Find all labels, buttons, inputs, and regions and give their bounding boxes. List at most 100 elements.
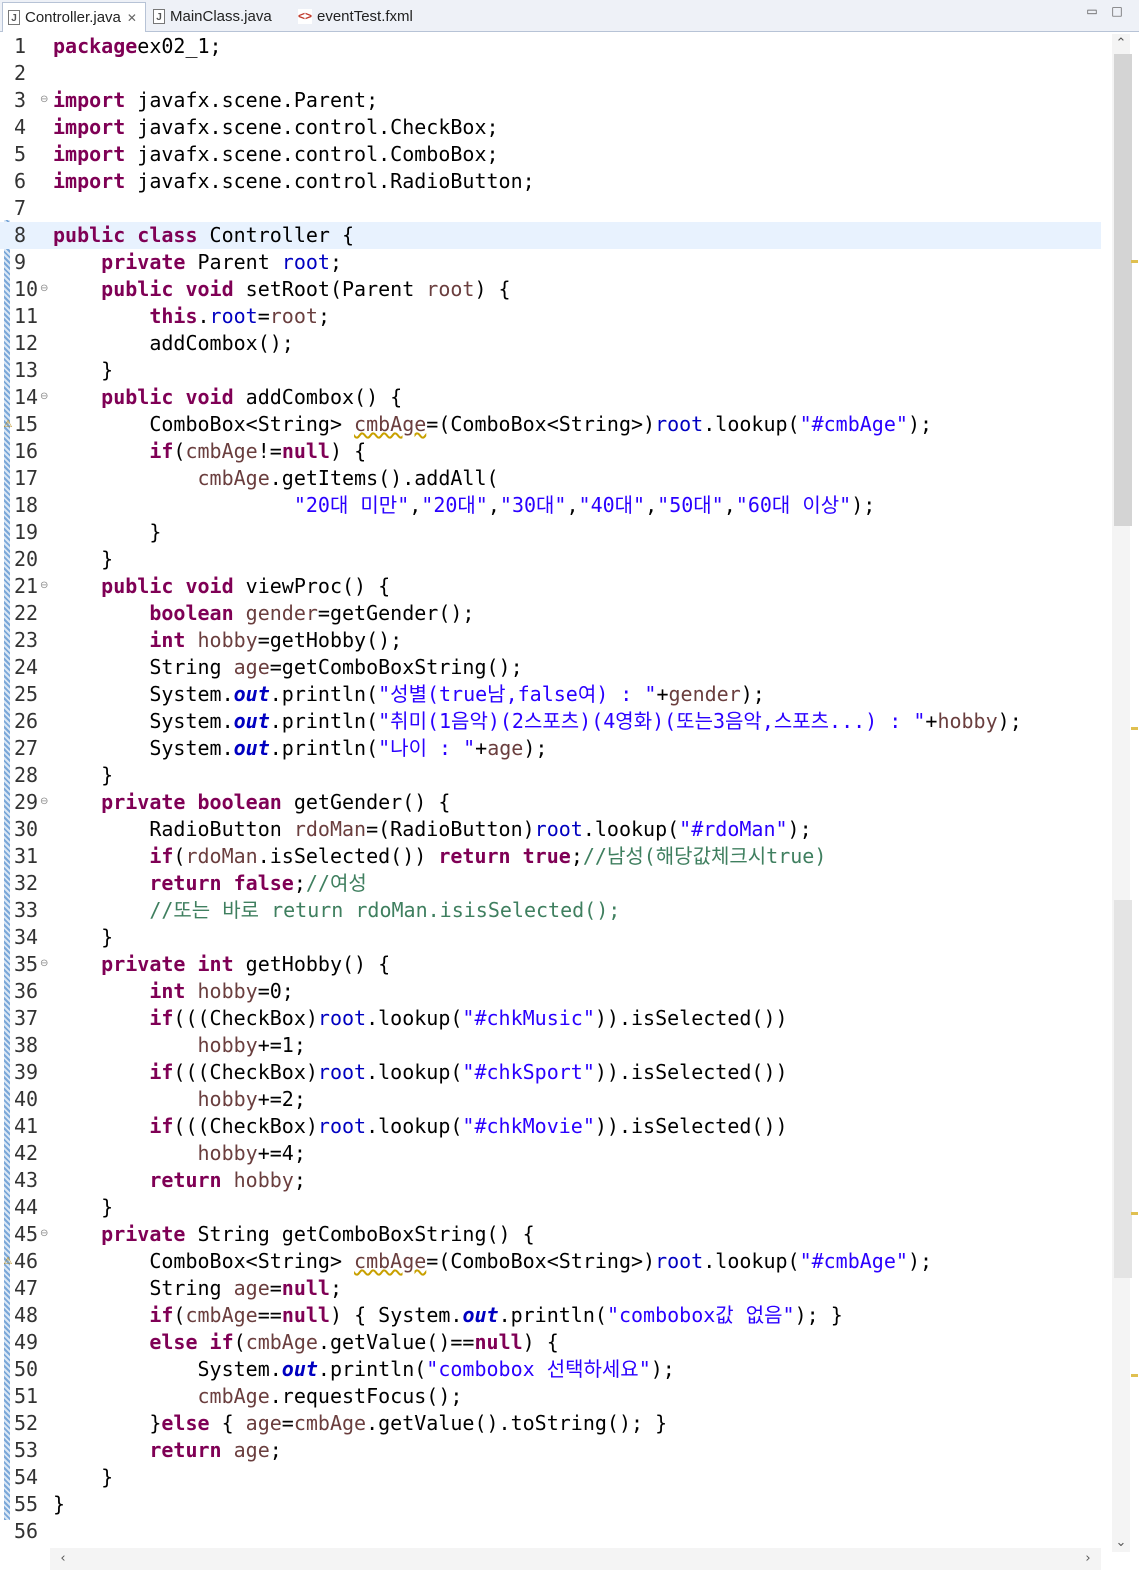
code-line[interactable]: 42 hobby+=4; bbox=[0, 1140, 1101, 1167]
scroll-right-icon[interactable]: › bbox=[1079, 1551, 1097, 1566]
code-line[interactable]: 31 if(rdoMan.isSelected()) return true;/… bbox=[0, 843, 1101, 870]
fold-toggle-icon[interactable]: ⊖ bbox=[40, 94, 48, 105]
line-number: 30 bbox=[14, 817, 39, 841]
code-line[interactable]: 35 ⊖ private int getHobby() { bbox=[0, 951, 1101, 978]
code-line[interactable]: 21 ⊖ public void viewProc() { bbox=[0, 573, 1101, 600]
code-line[interactable]: 48 if(cmbAge==null) { System.out.println… bbox=[0, 1302, 1101, 1329]
fold-toggle-icon[interactable]: ⊖ bbox=[40, 796, 48, 807]
code-line[interactable]: 32 return false;//여성 bbox=[0, 870, 1101, 897]
code-line[interactable]: 41 if(((CheckBox)root.lookup("#chkMovie"… bbox=[0, 1113, 1101, 1140]
code-line[interactable]: 2 bbox=[0, 60, 1101, 87]
code-line[interactable]: 6 import javafx.scene.control.RadioButton… bbox=[0, 168, 1101, 195]
code-line[interactable]: 30 RadioButton rdoMan=(RadioButton)root.… bbox=[0, 816, 1101, 843]
code-line[interactable]: 40 hobby+=2; bbox=[0, 1086, 1101, 1113]
scroll-left-icon[interactable]: ‹ bbox=[54, 1551, 72, 1566]
line-number: 51 bbox=[14, 1384, 39, 1408]
overview-warning-mark[interactable] bbox=[1131, 1212, 1138, 1215]
code-line[interactable]: 46 ⚠ ComboBox<String> cmbAge=(ComboBox<St… bbox=[0, 1248, 1101, 1275]
code-line[interactable]: 8 public class Controller { bbox=[0, 222, 1101, 249]
fold-toggle-icon[interactable]: ⊖ bbox=[40, 283, 48, 294]
code-line[interactable]: 50 System.out.println("combobox 선택하세요"); bbox=[0, 1356, 1101, 1383]
code-token: cmbAge bbox=[354, 412, 427, 436]
code-line[interactable]: 39 if(((CheckBox)root.lookup("#chkSport"… bbox=[0, 1059, 1101, 1086]
code-line[interactable]: 26 System.out.println("취미(1음악)(2스포츠)(4영화… bbox=[0, 708, 1101, 735]
maximize-icon[interactable]: □ bbox=[1110, 4, 1124, 18]
code-line[interactable]: 10 ⊖ public void setRoot(Parent root) { bbox=[0, 276, 1101, 303]
horizontal-scrollbar[interactable]: ‹ › bbox=[50, 1548, 1101, 1570]
code-line[interactable]: 17 cmbAge.getItems().addAll( bbox=[0, 465, 1101, 492]
code-line[interactable]: 25 System.out.println("성별(true남,false여) … bbox=[0, 681, 1101, 708]
fold-toggle-icon[interactable]: ⊖ bbox=[40, 958, 48, 969]
overview-warning-mark[interactable] bbox=[1131, 727, 1138, 730]
code-line[interactable]: 19 } bbox=[0, 519, 1101, 546]
code-line[interactable]: 9 private Parent root; bbox=[0, 249, 1101, 276]
overview-ruler[interactable] bbox=[1130, 34, 1139, 1544]
code-line[interactable]: 13 } bbox=[0, 357, 1101, 384]
code-line[interactable]: 49 else if(cmbAge.getValue()==null) { bbox=[0, 1329, 1101, 1356]
code-line[interactable]: 28 } bbox=[0, 762, 1101, 789]
code-line[interactable]: 47 String age=null; bbox=[0, 1275, 1101, 1302]
code-line[interactable]: 34 } bbox=[0, 924, 1101, 951]
code-line[interactable]: 38 hobby+=1; bbox=[0, 1032, 1101, 1059]
fold-toggle-icon[interactable]: ⊖ bbox=[40, 1228, 48, 1239]
code-token: "#rdoMan" bbox=[679, 817, 788, 841]
warning-marker-icon[interactable]: ⚠ bbox=[2, 1256, 14, 1268]
code-line[interactable]: 43 return hobby; bbox=[0, 1167, 1101, 1194]
code-line[interactable]: 24 String age=getComboBoxString(); bbox=[0, 654, 1101, 681]
tab-controller-java[interactable]: J Controller.java ✕ bbox=[2, 2, 146, 32]
tab-mainclass-java[interactable]: J MainClass.java bbox=[153, 2, 293, 31]
scroll-down-icon[interactable]: ⌄ bbox=[1112, 1535, 1130, 1550]
line-number: 1 bbox=[14, 34, 27, 58]
fold-toggle-icon[interactable]: ⊖ bbox=[40, 580, 48, 591]
code-line[interactable]: 27 System.out.println("나이 : "+age); bbox=[0, 735, 1101, 762]
code-line[interactable]: 36 int hobby=0; bbox=[0, 978, 1101, 1005]
line-number: 12 bbox=[14, 331, 39, 355]
code-line[interactable]: 51 cmbAge.requestFocus(); bbox=[0, 1383, 1101, 1410]
code-line[interactable]: 4 import javafx.scene.control.CheckBox; bbox=[0, 114, 1101, 141]
java-file-icon: J bbox=[153, 9, 165, 24]
code-line[interactable]: 29 ⊖ private boolean getGender() { bbox=[0, 789, 1101, 816]
code-line[interactable]: 16 if(cmbAge!=null) { bbox=[0, 438, 1101, 465]
code-line[interactable]: 44 } bbox=[0, 1194, 1101, 1221]
code-line[interactable]: 11 this.root=root; bbox=[0, 303, 1101, 330]
warning-marker-icon[interactable]: ⚠ bbox=[2, 419, 14, 431]
scroll-up-icon[interactable]: ⌃ bbox=[1112, 36, 1130, 51]
code-line[interactable]: 37 if(((CheckBox)root.lookup("#chkMusic"… bbox=[0, 1005, 1101, 1032]
code-line[interactable]: 23 int hobby=getHobby(); bbox=[0, 627, 1101, 654]
code-line[interactable]: 1 packageex02_1; bbox=[0, 33, 1101, 60]
code-line[interactable]: 3 ⊖ import javafx.scene.Parent; bbox=[0, 87, 1101, 114]
code-line[interactable]: 33 //또는 바로 return rdoMan.isisSelected(); bbox=[0, 897, 1101, 924]
code-token: javafx.scene.control.CheckBox; bbox=[125, 115, 499, 139]
code-line[interactable]: 5 import javafx.scene.control.ComboBox; bbox=[0, 141, 1101, 168]
code-line[interactable]: 7 bbox=[0, 195, 1101, 222]
code-line[interactable]: 20 } bbox=[0, 546, 1101, 573]
code-text: RadioButton rdoMan=(RadioButton)root.loo… bbox=[53, 816, 811, 843]
code-line[interactable]: 54 } bbox=[0, 1464, 1101, 1491]
code-line[interactable]: 18 "20대 미만","20대","30대","40대","50대","60대… bbox=[0, 492, 1101, 519]
code-editor[interactable]: 1 packageex02_1; 2 3 ⊖ import javafx.scene.Pa… bbox=[0, 32, 1139, 1570]
code-line[interactable]: 15 ⚠ ComboBox<String> cmbAge=(ComboBox<St… bbox=[0, 411, 1101, 438]
tab-eventtest-fxml[interactable]: <> eventTest.fxml bbox=[298, 2, 438, 31]
overview-warning-mark[interactable] bbox=[1131, 260, 1138, 263]
code-line[interactable]: 52 }else { age=cmbAge.getValue().toStrin… bbox=[0, 1410, 1101, 1437]
code-token: out bbox=[233, 709, 270, 733]
code-token: String bbox=[53, 1276, 234, 1300]
code-line[interactable]: 56 bbox=[0, 1518, 1101, 1545]
code-line[interactable]: 45 ⊖ private String getComboBoxString() { bbox=[0, 1221, 1101, 1248]
code-line[interactable]: 14 ⊖ public void addCombox() { bbox=[0, 384, 1101, 411]
code-line[interactable]: 12 addCombox(); bbox=[0, 330, 1101, 357]
code-line[interactable]: 22 boolean gender=getGender(); bbox=[0, 600, 1101, 627]
line-number: 42 bbox=[14, 1141, 39, 1165]
overview-warning-mark[interactable] bbox=[1131, 1374, 1138, 1377]
close-tab-icon[interactable]: ✕ bbox=[127, 11, 137, 25]
vertical-scrollbar[interactable]: ⌃ ⌄ bbox=[1112, 34, 1132, 1552]
code-token: +=1; bbox=[257, 1033, 306, 1057]
code-line[interactable]: 53 return age; bbox=[0, 1437, 1101, 1464]
minimize-icon[interactable]: ▭ bbox=[1085, 4, 1099, 18]
code-token: ( bbox=[173, 1303, 186, 1327]
code-text: } bbox=[53, 1464, 113, 1491]
code-line[interactable]: 55} bbox=[0, 1491, 1101, 1518]
fold-toggle-icon[interactable]: ⊖ bbox=[40, 391, 48, 402]
